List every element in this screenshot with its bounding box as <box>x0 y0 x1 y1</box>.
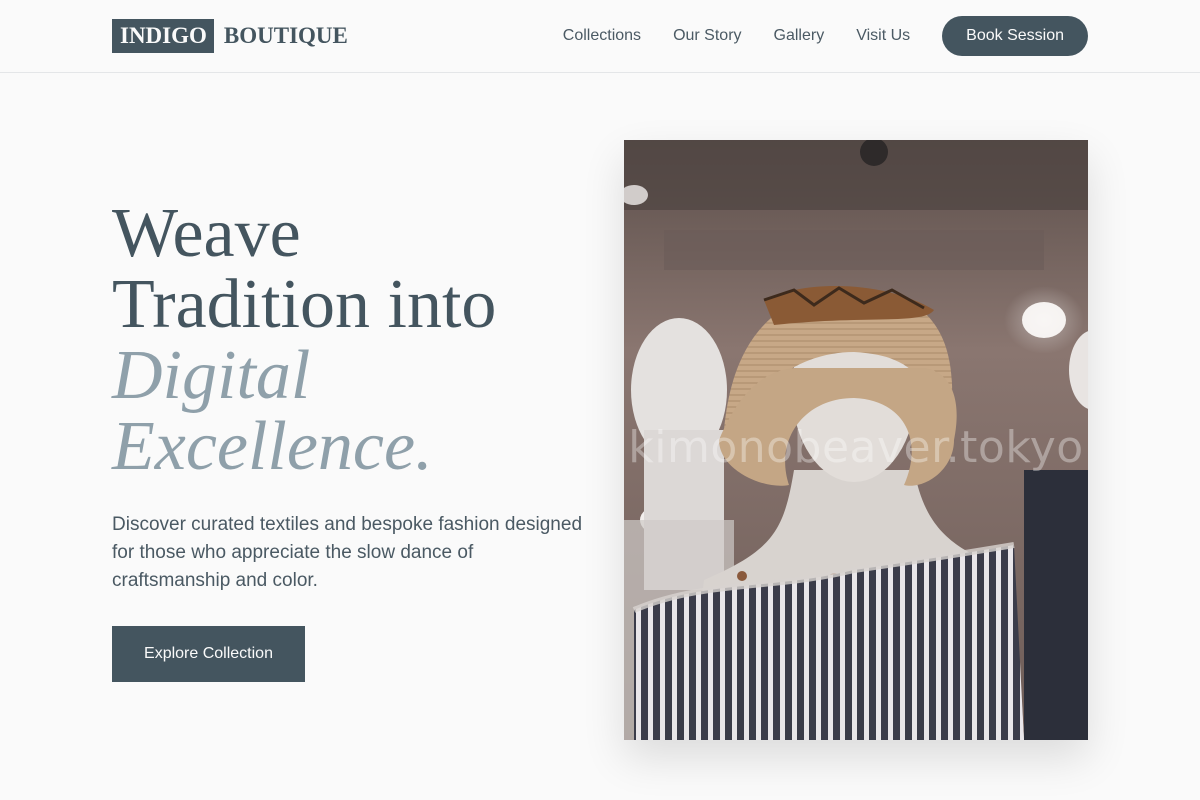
nav-link-visit-us[interactable]: Visit Us <box>856 16 910 56</box>
hero-title-accent-line: Digital <box>112 337 311 414</box>
site-header: INDIGO BOUTIQUE Collections Our Story Ga… <box>0 0 1200 73</box>
hero-title: Weave Tradition into Digital Excellence. <box>112 198 592 482</box>
nav-link-collections[interactable]: Collections <box>563 16 641 56</box>
nav-link-our-story[interactable]: Our Story <box>673 16 741 56</box>
logo-wordmark: BOUTIQUE <box>223 23 348 48</box>
hero-title-accent-line: Excellence. <box>112 408 433 485</box>
book-session-button[interactable]: Book Session <box>942 16 1088 56</box>
hero-title-line: Weave <box>112 195 301 272</box>
hero-image: kimonobeaver.tokyo <box>624 140 1088 740</box>
brand-logo[interactable]: INDIGO BOUTIQUE <box>112 19 348 53</box>
hero-description: Discover curated textiles and bespoke fa… <box>112 514 583 591</box>
hero-title-line: Tradition into <box>112 266 497 343</box>
explore-collection-button[interactable]: Explore Collection <box>112 626 305 682</box>
main-nav: Collections Our Story Gallery Visit Us B… <box>563 16 1088 56</box>
logo-mark: INDIGO <box>112 19 214 53</box>
nav-link-gallery[interactable]: Gallery <box>774 16 825 56</box>
image-watermark: kimonobeaver.tokyo <box>628 422 1084 473</box>
